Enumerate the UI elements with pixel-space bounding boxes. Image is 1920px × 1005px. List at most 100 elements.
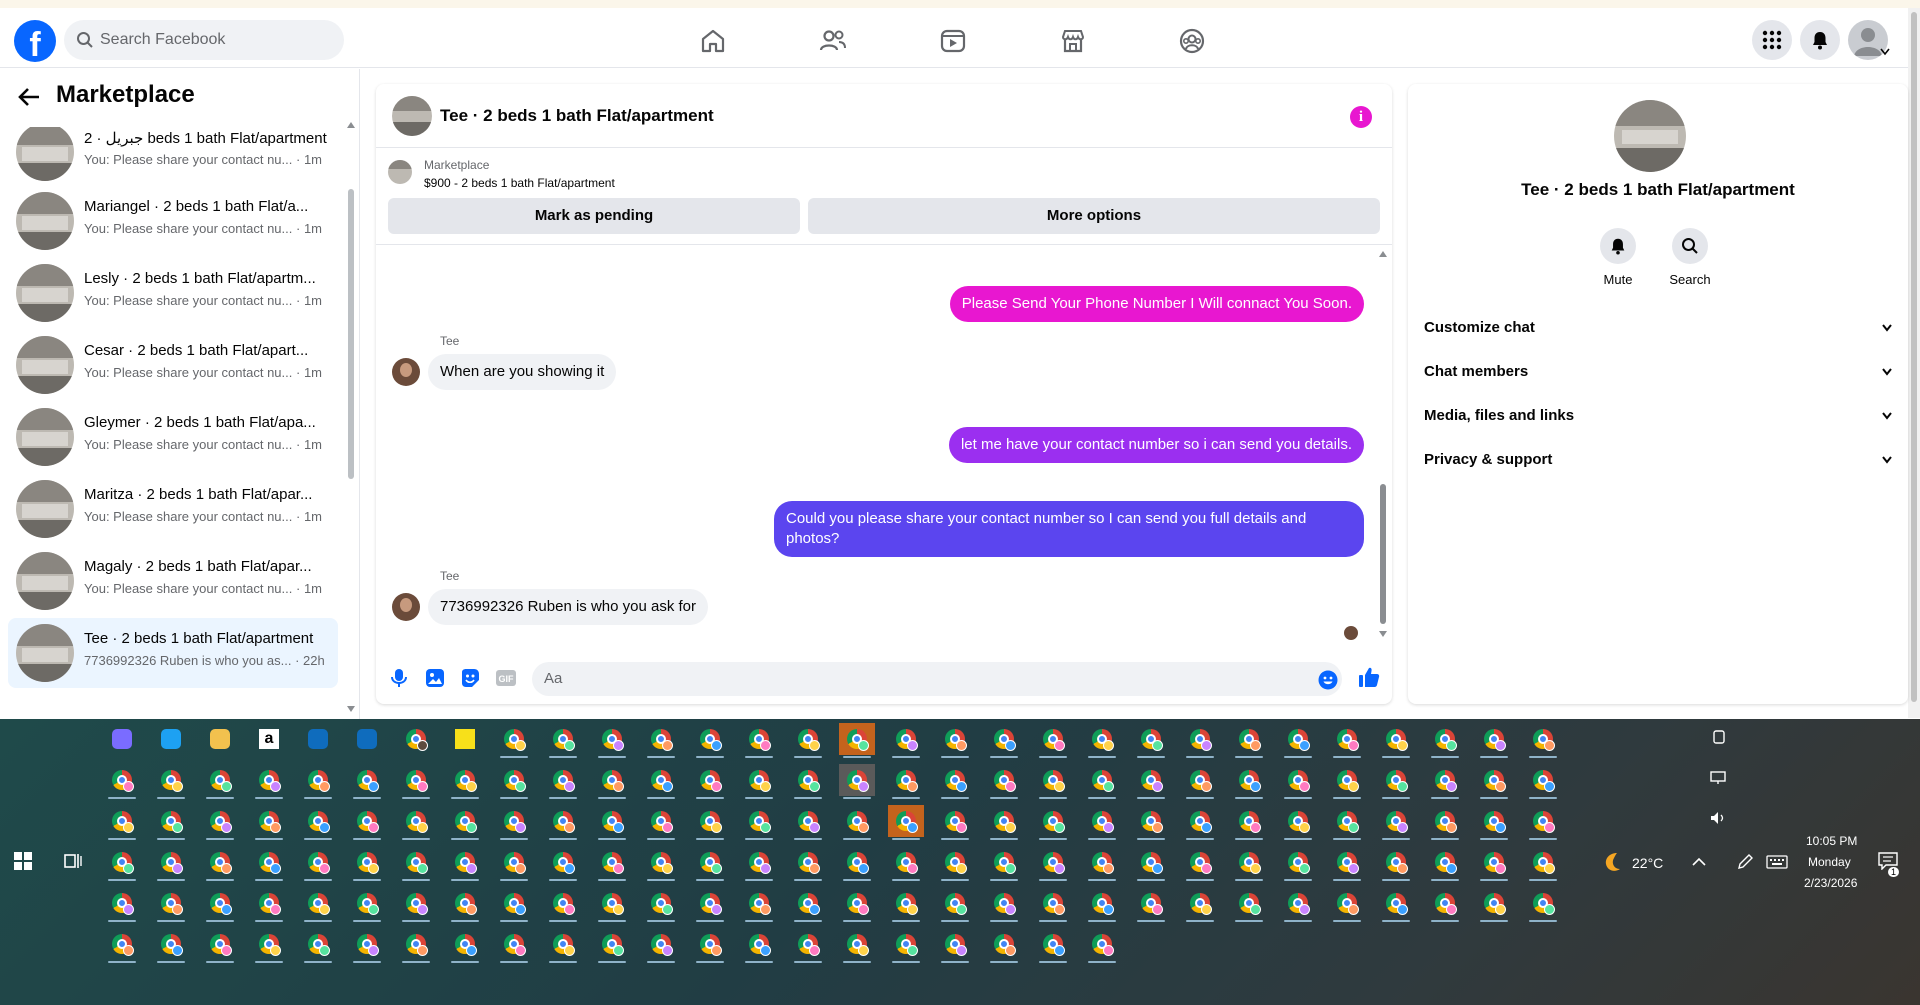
chrome-profile-icon[interactable] [692, 846, 728, 881]
chrome-profile-icon[interactable] [937, 805, 973, 840]
chrome-profile-icon[interactable] [741, 846, 777, 881]
chrome-profile-icon[interactable] [1476, 846, 1512, 881]
chrome-profile-icon[interactable] [888, 764, 924, 799]
chrome-profile-icon[interactable] [692, 928, 728, 963]
chrome-profile-icon[interactable] [349, 846, 385, 881]
chrome-profile-icon[interactable] [1427, 846, 1463, 881]
weather-temperature[interactable]: 22°C [1632, 855, 1663, 871]
chrome-profile-icon[interactable] [594, 846, 630, 881]
chrome-profile-icon[interactable] [594, 764, 630, 799]
chrome-profile-icon[interactable] [496, 928, 532, 963]
chrome-profile-icon[interactable] [937, 764, 973, 799]
chrome-profile-icon[interactable] [104, 805, 140, 840]
chevron-down-icon[interactable] [1880, 48, 1890, 56]
chrome-profile-icon[interactable] [349, 928, 385, 963]
chrome-profile-icon[interactable] [741, 723, 777, 758]
conversation-item[interactable]: Maritza · 2 beds 1 bath Flat/apar... You:… [8, 474, 338, 544]
thumbs-up-icon[interactable] [1358, 666, 1380, 688]
chrome-profile-icon[interactable] [1231, 846, 1267, 881]
menu-grid-button[interactable] [1752, 20, 1792, 60]
chrome-profile-icon[interactable] [1427, 764, 1463, 799]
chrome-profile-icon[interactable] [1329, 805, 1365, 840]
chrome-profile-icon[interactable] [1476, 764, 1512, 799]
customize-chat-row[interactable]: Customize chat [1424, 308, 1892, 348]
chrome-profile-icon[interactable] [1035, 805, 1071, 840]
chrome-profile-icon[interactable] [496, 805, 532, 840]
chrome-profile-icon[interactable] [398, 846, 434, 881]
chrome-profile-icon[interactable] [349, 805, 385, 840]
scroll-up-arrow-icon[interactable] [346, 121, 356, 129]
page-scrollbar-thumb[interactable] [1911, 12, 1917, 702]
incoming-message[interactable]: 7736992326 Ruben is who you ask for [428, 589, 709, 625]
chrome-profile-icon[interactable] [300, 805, 336, 840]
chrome-profile-icon[interactable] [153, 764, 189, 799]
conversation-item[interactable]: Magaly · 2 beds 1 bath Flat/apar... You: … [8, 546, 338, 616]
sender-avatar[interactable] [392, 358, 420, 386]
chrome-profile-icon[interactable] [594, 805, 630, 840]
chrome-profile-icon[interactable] [643, 887, 679, 922]
chrome-profile-icon[interactable] [1231, 723, 1267, 758]
chrome-profile-icon[interactable] [839, 887, 875, 922]
chrome-profile-icon[interactable] [545, 846, 581, 881]
chrome-profile-icon[interactable] [104, 887, 140, 922]
chrome-profile-icon[interactable] [1525, 846, 1561, 881]
chrome-profile-icon[interactable] [398, 928, 434, 963]
chrome-profile-icon[interactable] [839, 723, 875, 758]
back-arrow-icon[interactable] [18, 87, 40, 107]
chrome-profile-icon[interactable] [1182, 887, 1218, 922]
chrome-profile-icon[interactable] [153, 928, 189, 963]
chrome-profile-icon[interactable] [1084, 928, 1120, 963]
scroll-down-arrow-icon[interactable] [346, 705, 356, 713]
chrome-profile-icon[interactable] [398, 887, 434, 922]
chrome-profile-icon[interactable] [1476, 805, 1512, 840]
amazon-icon[interactable]: a [251, 723, 287, 755]
chrome-profile-icon[interactable] [1427, 805, 1463, 840]
chrome-profile-icon[interactable] [839, 805, 875, 840]
sidebar-scrollbar-thumb[interactable] [348, 189, 354, 479]
chrome-profile-icon[interactable] [1378, 846, 1414, 881]
chrome-profile-icon[interactable] [1133, 805, 1169, 840]
chrome-profile-icon[interactable] [545, 805, 581, 840]
chrome-profile-icon[interactable] [251, 928, 287, 963]
edge-icon[interactable] [153, 723, 189, 755]
chrome-profile-icon[interactable] [692, 764, 728, 799]
chrome-profile-icon[interactable] [1133, 723, 1169, 758]
chrome-profile-icon[interactable] [398, 805, 434, 840]
chrome-profile-icon[interactable] [202, 764, 238, 799]
pen-icon[interactable] [1736, 853, 1754, 871]
chrome-profile-icon[interactable] [937, 723, 973, 758]
details-listing-thumbnail[interactable] [1614, 100, 1686, 172]
chrome-profile-icon[interactable] [251, 846, 287, 881]
chrome-profile-icon[interactable] [1280, 846, 1316, 881]
chrome-profile-icon[interactable] [398, 764, 434, 799]
chrome-profile-icon[interactable] [104, 846, 140, 881]
chrome-profile-icon[interactable] [594, 887, 630, 922]
chrome-profile-icon[interactable] [790, 805, 826, 840]
clock-day[interactable]: Monday [1808, 855, 1851, 869]
chrome-profile-icon[interactable] [300, 764, 336, 799]
chrome-profile-icon[interactable] [1182, 723, 1218, 758]
chrome-profile-icon[interactable] [986, 928, 1022, 963]
chrome-profile-icon[interactable] [741, 887, 777, 922]
chrome-profile-icon[interactable] [692, 723, 728, 758]
task-view-icon[interactable] [62, 852, 82, 870]
gif-icon[interactable]: GIF [496, 670, 516, 686]
chrome-profile-icon[interactable] [251, 887, 287, 922]
chrome-profile-icon[interactable] [1525, 723, 1561, 758]
search-in-chat-button[interactable]: Search [1660, 228, 1720, 287]
clock-time[interactable]: 10:05 PM [1806, 834, 1857, 848]
chrome-app-icon[interactable] [398, 723, 434, 755]
chrome-profile-icon[interactable] [1035, 887, 1071, 922]
chrome-profile-icon[interactable] [251, 805, 287, 840]
chrome-profile-icon[interactable] [545, 928, 581, 963]
info-icon[interactable]: i [1350, 106, 1372, 128]
mark-as-pending-button[interactable]: Mark as pending [388, 198, 800, 234]
windows-start-icon[interactable] [14, 852, 32, 870]
chrome-profile-icon[interactable] [1182, 846, 1218, 881]
media-files-links-row[interactable]: Media, files and links [1424, 396, 1892, 436]
chrome-profile-icon[interactable] [839, 846, 875, 881]
chrome-profile-icon[interactable] [1476, 887, 1512, 922]
conversation-item[interactable]: Gleymer · 2 beds 1 bath Flat/apa... You: … [8, 402, 338, 472]
chrome-profile-icon[interactable] [1182, 805, 1218, 840]
chrome-profile-icon[interactable] [1525, 887, 1561, 922]
